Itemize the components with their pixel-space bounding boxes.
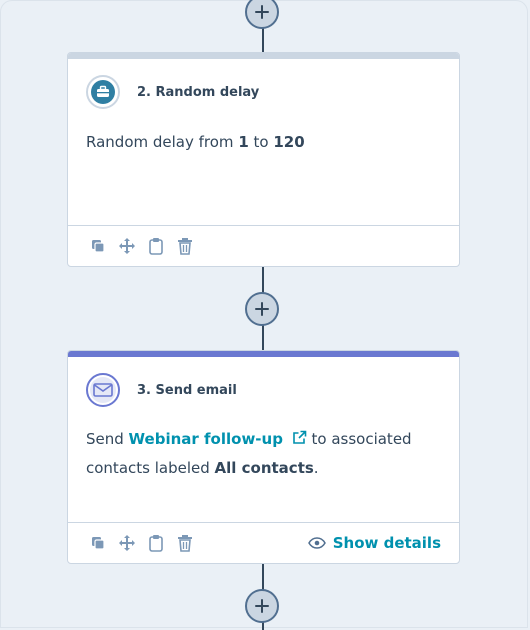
clipboard-icon[interactable] [146, 236, 166, 256]
step-description: Random delay from 1 to 120 [86, 133, 305, 151]
email-link[interactable]: Webinar follow-up [129, 430, 283, 448]
step-avatar [86, 75, 120, 109]
show-details-button[interactable]: Show details [307, 523, 441, 563]
plus-icon [255, 302, 269, 316]
step-avatar [86, 373, 120, 407]
step-card-random-delay[interactable]: 2. Random delay Random delay from 1 to 1… [67, 52, 460, 267]
step-title: 2. Random delay [137, 84, 260, 100]
move-icon[interactable] [117, 533, 137, 553]
contact-label: All contacts [214, 459, 314, 477]
clipboard-icon[interactable] [146, 533, 166, 553]
delay-max-value: 120 [273, 133, 305, 151]
add-action-button[interactable] [245, 292, 279, 326]
card-toolbar: Show details [68, 522, 459, 563]
trash-icon[interactable] [175, 236, 195, 256]
step-card-send-email[interactable]: 3. Send email Send Webinar follow-up to … [67, 350, 460, 564]
briefcase-icon [91, 80, 115, 104]
copy-icon[interactable] [88, 533, 108, 553]
trash-icon[interactable] [175, 533, 195, 553]
add-action-button[interactable] [245, 589, 279, 623]
eye-icon [307, 537, 326, 549]
card-toolbar [68, 225, 459, 266]
delay-min-value: 1 [238, 133, 249, 151]
envelope-icon [93, 383, 113, 397]
plus-icon [255, 599, 269, 613]
move-icon[interactable] [117, 236, 137, 256]
step-description: Send Webinar follow-up to associated con… [86, 430, 412, 477]
step-title: 3. Send email [137, 382, 237, 398]
plus-icon [255, 5, 269, 19]
external-link-icon[interactable] [292, 430, 307, 445]
copy-icon[interactable] [88, 236, 108, 256]
